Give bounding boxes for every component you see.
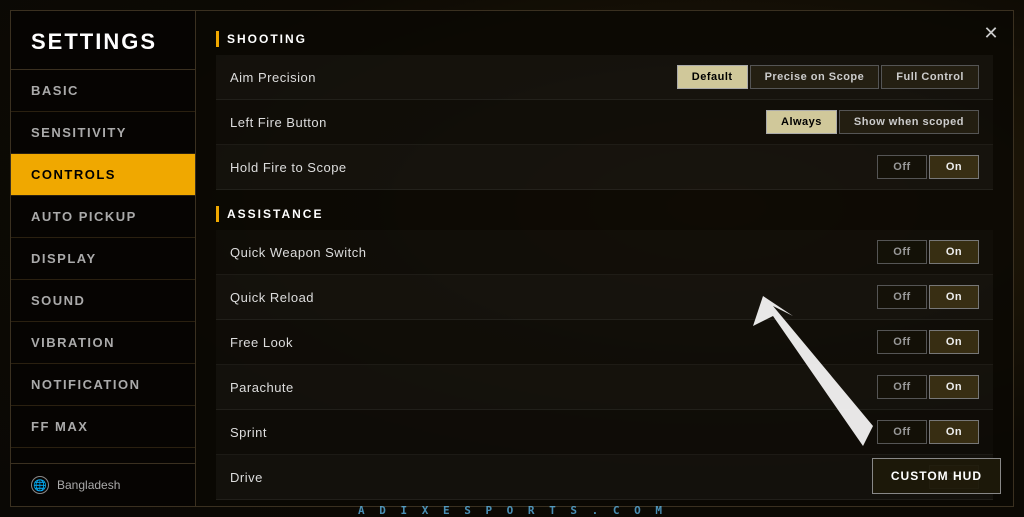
sidebar-item-ffmax[interactable]: FF MAX — [11, 406, 195, 448]
drive-label: Drive — [230, 470, 918, 485]
hold-fire-controls: Off On — [877, 155, 979, 179]
sprint-off-btn[interactable]: Off — [877, 420, 927, 444]
aim-precision-default-btn[interactable]: Default — [677, 65, 748, 89]
quick-weapon-on-btn[interactable]: On — [929, 240, 979, 264]
quick-weapon-label: Quick Weapon Switch — [230, 245, 877, 260]
parachute-controls: Off On — [877, 375, 979, 399]
parachute-off-btn[interactable]: Off — [877, 375, 927, 399]
section-bar-assistance — [216, 206, 219, 222]
sidebar-item-controls[interactable]: CONTROLS — [11, 154, 195, 196]
sprint-row: Sprint Off On — [216, 410, 993, 455]
free-look-controls: Off On — [877, 330, 979, 354]
hold-fire-on-btn[interactable]: On — [929, 155, 979, 179]
sidebar-footer: 🌐 Bangladesh — [11, 463, 195, 506]
section-bar-shooting — [216, 31, 219, 47]
sidebar-item-notification[interactable]: NOTIFICATION — [11, 364, 195, 406]
quick-reload-on-btn[interactable]: On — [929, 285, 979, 309]
sprint-label: Sprint — [230, 425, 877, 440]
shooting-section-title: SHOOTING — [227, 32, 307, 46]
assistance-section-title: ASSISTANCE — [227, 207, 323, 221]
free-look-label: Free Look — [230, 335, 877, 350]
sidebar: SETTINGS BASIC SENSITIVITY CONTROLS AUTO… — [11, 11, 196, 506]
aim-precision-label: Aim Precision — [230, 70, 677, 85]
left-fire-always-btn[interactable]: Always — [766, 110, 837, 134]
settings-window: SETTINGS BASIC SENSITIVITY CONTROLS AUTO… — [10, 10, 1014, 507]
region-label: Bangladesh — [57, 478, 120, 492]
sprint-controls: Off On — [877, 420, 979, 444]
sidebar-item-vibration[interactable]: VIBRATION — [11, 322, 195, 364]
left-fire-label: Left Fire Button — [230, 115, 766, 130]
left-fire-scoped-btn[interactable]: Show when scoped — [839, 110, 979, 134]
watermark: A D I X E S P O R T S . C O M — [358, 504, 666, 517]
aim-precision-row: Aim Precision Default Precise on Scope F… — [216, 55, 993, 100]
aim-precision-precise-btn[interactable]: Precise on Scope — [750, 65, 880, 89]
parachute-on-btn[interactable]: On — [929, 375, 979, 399]
custom-hud-button[interactable]: CUSTOM HUD — [872, 458, 1001, 494]
shooting-section-header: SHOOTING — [216, 31, 993, 47]
globe-icon: 🌐 — [31, 476, 49, 494]
parachute-row: Parachute Off On — [216, 365, 993, 410]
quick-weapon-off-btn[interactable]: Off — [877, 240, 927, 264]
close-button[interactable]: ✕ — [977, 19, 1005, 47]
quick-weapon-controls: Off On — [877, 240, 979, 264]
sidebar-item-basic[interactable]: BASIC — [11, 70, 195, 112]
sidebar-item-sensitivity[interactable]: SENSITIVITY — [11, 112, 195, 154]
free-look-on-btn[interactable]: On — [929, 330, 979, 354]
sidebar-item-display[interactable]: DISPLAY — [11, 238, 195, 280]
quick-reload-row: Quick Reload Off On — [216, 275, 993, 320]
quick-reload-label: Quick Reload — [230, 290, 877, 305]
parachute-label: Parachute — [230, 380, 877, 395]
sidebar-item-sound[interactable]: SOUND — [11, 280, 195, 322]
assistance-section-header: ASSISTANCE — [216, 206, 993, 222]
aim-precision-full-btn[interactable]: Full Control — [881, 65, 979, 89]
aim-precision-controls: Default Precise on Scope Full Control — [677, 65, 979, 89]
hold-fire-row: Hold Fire to Scope Off On — [216, 145, 993, 190]
settings-title: SETTINGS — [11, 11, 195, 70]
sidebar-item-auto-pickup[interactable]: AUTO PICKUP — [11, 196, 195, 238]
quick-weapon-row: Quick Weapon Switch Off On — [216, 230, 993, 275]
quick-reload-controls: Off On — [877, 285, 979, 309]
sprint-on-btn[interactable]: On — [929, 420, 979, 444]
free-look-off-btn[interactable]: Off — [877, 330, 927, 354]
free-look-row: Free Look Off On — [216, 320, 993, 365]
main-content: ✕ SHOOTING Aim Precision Default Precise… — [196, 11, 1013, 506]
left-fire-row: Left Fire Button Always Show when scoped — [216, 100, 993, 145]
left-fire-controls: Always Show when scoped — [766, 110, 979, 134]
hold-fire-label: Hold Fire to Scope — [230, 160, 877, 175]
hold-fire-off-btn[interactable]: Off — [877, 155, 927, 179]
quick-reload-off-btn[interactable]: Off — [877, 285, 927, 309]
